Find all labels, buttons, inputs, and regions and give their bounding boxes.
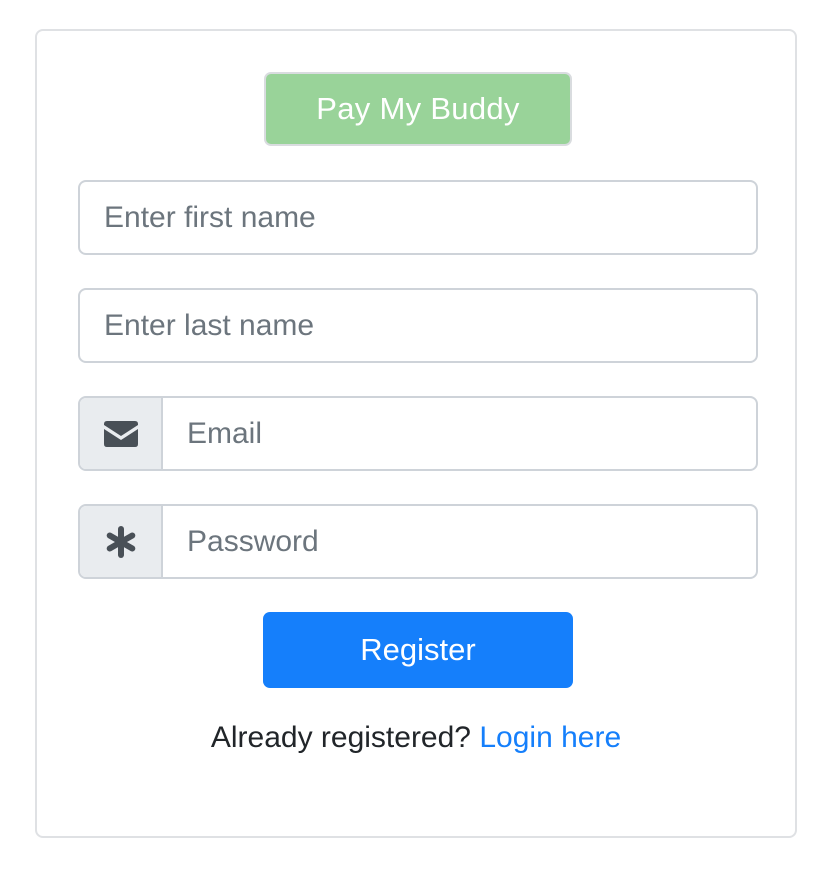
- brand-badge[interactable]: Pay My Buddy: [264, 72, 572, 146]
- password-field[interactable]: [78, 504, 758, 579]
- register-button[interactable]: Register: [263, 612, 573, 688]
- brand-label: Pay My Buddy: [316, 91, 520, 126]
- asterisk-icon: [106, 525, 135, 558]
- register-card: Pay My Buddy Register: [35, 29, 797, 838]
- email-input[interactable]: [163, 398, 756, 469]
- email-field[interactable]: [78, 396, 758, 471]
- email-addon: [80, 398, 163, 469]
- login-prompt-text: Already registered?: [210, 721, 471, 754]
- register-label: Register: [360, 632, 476, 667]
- last-name-input[interactable]: [80, 290, 756, 361]
- password-addon: [80, 506, 163, 577]
- login-prompt: Already registered? Login here: [37, 721, 795, 755]
- envelope-icon: [103, 420, 138, 447]
- password-input[interactable]: [163, 506, 756, 577]
- login-link[interactable]: Login here: [479, 721, 621, 754]
- first-name-field[interactable]: [78, 180, 758, 255]
- first-name-input[interactable]: [80, 182, 756, 253]
- last-name-field[interactable]: [78, 288, 758, 363]
